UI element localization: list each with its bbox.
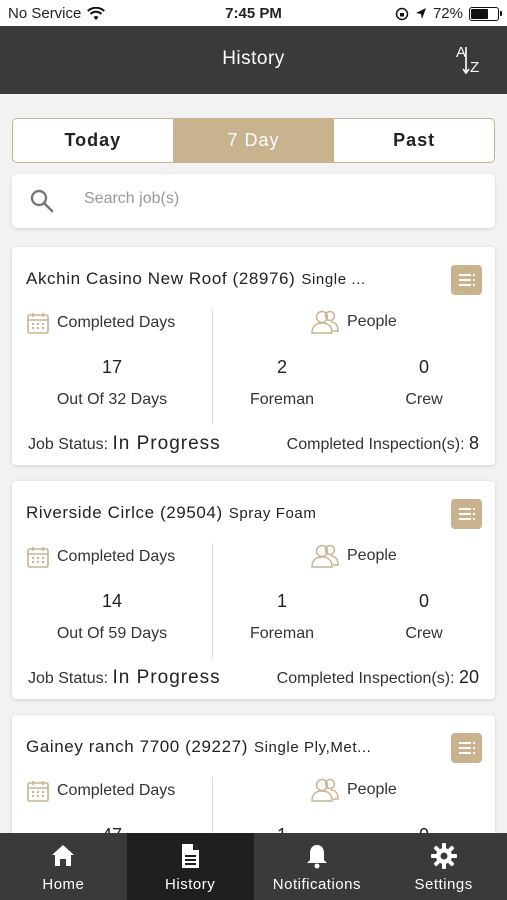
tab-settings-label: Settings: [414, 876, 473, 893]
completed-days-value: 14: [101, 591, 123, 611]
tab-7-day[interactable]: 7 Day: [173, 119, 335, 162]
job-name: Riverside Cirlce (29504): [26, 503, 223, 522]
crew-count: 0: [418, 357, 429, 377]
az-sort-icon[interactable]: A Z: [455, 42, 489, 76]
job-name: Gainey ranch 7700 (29227): [26, 737, 248, 756]
completed-days-label: Completed Days: [57, 314, 176, 331]
notes-icon: [459, 742, 475, 754]
foreman-label: Foreman: [249, 391, 315, 408]
job-type: Single Ply,Met...: [253, 739, 372, 756]
notes-button[interactable]: [451, 499, 482, 529]
crew-label: Crew: [405, 391, 443, 408]
job-status-value: In Progress: [112, 667, 221, 688]
people-label: People: [347, 313, 397, 330]
svg-text:Z: Z: [470, 59, 479, 76]
completed-days-label: Completed Days: [57, 548, 176, 565]
job-status-label: Job Status:: [28, 436, 109, 453]
job-status: Job Status: In Progress: [28, 667, 221, 689]
bell-icon: [306, 845, 327, 869]
completed-inspections: Completed Inspection(s): 20: [277, 667, 479, 688]
foreman-label: Foreman: [249, 625, 315, 642]
tab-past[interactable]: Past: [334, 119, 494, 162]
people-icon: [311, 310, 339, 334]
card-divider: [212, 309, 213, 425]
gear-icon: [430, 843, 457, 869]
tab-settings[interactable]: Settings: [380, 833, 507, 900]
search-input[interactable]: Search job(s): [84, 190, 179, 208]
tab-today[interactable]: Today: [13, 119, 174, 162]
notes-button[interactable]: [451, 265, 482, 295]
tab-notifications-label: Notifications: [272, 876, 361, 893]
people-header: People: [310, 309, 397, 335]
job-type: Spray Foam: [228, 505, 317, 522]
people-label: People: [347, 547, 397, 564]
job-card[interactable]: Akchin Casino New Roof (28976) Single ...…: [12, 247, 495, 465]
job-title: Gainey ranch 7700 (29227) Single Ply,Met.…: [26, 737, 371, 757]
inspections-label: Completed Inspection(s):: [286, 436, 465, 453]
tab-home-label: Home: [42, 876, 85, 893]
status-right: 72%: [395, 5, 502, 22]
battery-fill: [471, 8, 489, 19]
crew-count: 0: [418, 591, 429, 611]
people-label: People: [347, 781, 397, 798]
battery-percent: 72%: [432, 5, 463, 22]
inspections-count: 20: [458, 667, 479, 687]
job-name: Akchin Casino New Roof (28976): [26, 269, 296, 288]
document-icon: [182, 844, 200, 868]
job-card[interactable]: Riverside Cirlce (29504) Spray Foam Comple…: [12, 481, 495, 699]
rotation-lock-icon: [395, 7, 409, 20]
inspections-label: Completed Inspection(s):: [276, 670, 455, 687]
calendar-icon: [27, 547, 49, 568]
completed-days-header: Completed Days: [26, 311, 175, 335]
tab-bar: Home History Notifications Settings: [0, 833, 507, 900]
search-box[interactable]: Search job(s): [12, 174, 495, 228]
job-status-value: In Progress: [112, 433, 221, 454]
people-icon: [311, 544, 339, 568]
out-of-days: Out Of 32 Days: [56, 391, 168, 408]
calendar-icon: [27, 781, 49, 802]
completed-days-header: Completed Days: [26, 779, 175, 803]
tab-notifications[interactable]: Notifications: [254, 833, 381, 900]
people-header: People: [310, 543, 397, 569]
job-type: Single ...: [301, 271, 366, 288]
job-status: Job Status: In Progress: [28, 433, 221, 455]
crew-label: Crew: [405, 625, 443, 642]
notes-icon: [459, 508, 475, 520]
notes-button[interactable]: [451, 733, 482, 763]
job-title: Riverside Cirlce (29504) Spray Foam: [26, 503, 316, 523]
tab-home[interactable]: Home: [0, 833, 127, 900]
completed-inspections: Completed Inspection(s): 8: [287, 433, 479, 454]
svg-text:A: A: [456, 44, 466, 61]
out-of-days: Out Of 59 Days: [56, 625, 168, 642]
nav-bar: History A Z: [0, 26, 507, 94]
completed-days-label: Completed Days: [57, 782, 176, 799]
foreman-count: 2: [276, 357, 287, 377]
home-icon: [52, 845, 75, 866]
completed-days-header: Completed Days: [26, 545, 175, 569]
job-title: Akchin Casino New Roof (28976) Single ...: [26, 269, 366, 289]
tab-history[interactable]: History: [126, 833, 254, 900]
people-icon: [311, 778, 339, 802]
tab-history-label: History: [165, 876, 216, 893]
period-filter: Today 7 Day Past: [12, 118, 495, 163]
foreman-count: 1: [276, 591, 287, 611]
notes-icon: [459, 274, 475, 286]
page-title: History: [222, 48, 285, 69]
people-header: People: [310, 777, 397, 803]
location-icon: [415, 7, 426, 19]
calendar-icon: [27, 313, 49, 334]
battery-icon: [469, 6, 502, 21]
completed-days-value: 17: [101, 357, 123, 377]
search-icon: [30, 189, 54, 213]
job-status-label: Job Status:: [28, 670, 109, 687]
card-divider: [212, 543, 213, 659]
inspections-count: 8: [468, 433, 479, 453]
status-bar: No Service 7:45 PM 72%: [0, 0, 507, 26]
